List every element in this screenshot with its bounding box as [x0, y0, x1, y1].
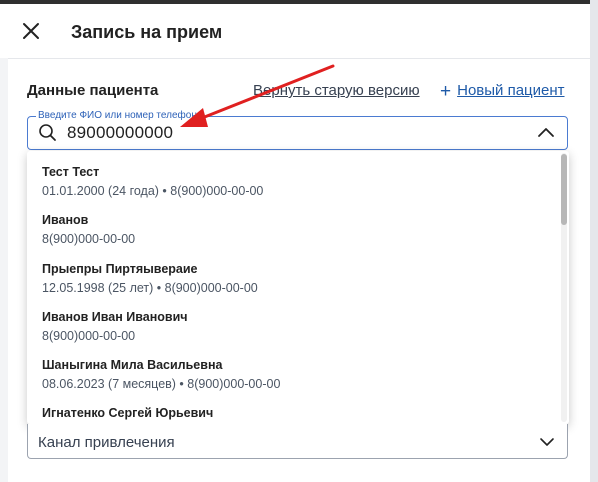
patient-name: Прыепры Пиртяывераие	[42, 262, 198, 276]
close-icon	[23, 23, 39, 39]
left-backdrop-edge	[0, 58, 8, 482]
patient-name: Шаныгина Мила Васильевна	[42, 358, 223, 372]
list-item[interactable]: Шаныгина Мила Васильевна 08.06.2023 (7 м…	[42, 357, 542, 392]
patient-section-title: Данные пациента	[27, 82, 159, 99]
chevron-up-icon[interactable]	[537, 125, 555, 139]
patient-details: 08.06.2023 (7 месяцев) • 8(900)000-00-00	[42, 377, 281, 391]
patient-search-results: Тест Тест 01.01.2000 (24 года) • 8(900)0…	[27, 151, 569, 424]
list-item[interactable]: Тест Тест 01.01.2000 (24 года) • 8(900)0…	[42, 164, 542, 199]
old-version-link[interactable]: Вернуть старую версию	[253, 82, 420, 99]
list-item[interactable]: Прыепры Пиртяывераие 12.05.1998 (25 лет)…	[42, 261, 542, 296]
search-icon	[39, 124, 56, 141]
patient-name: Тест Тест	[42, 165, 100, 179]
patient-details: 8(900)000-00-00	[42, 329, 136, 343]
patient-name: Игнатенко Сергей Юрьевич	[42, 406, 214, 420]
right-frame-edge	[590, 0, 598, 482]
patient-search-legend: Введите ФИО или номер телефона	[36, 110, 205, 122]
patient-details: 12.05.1998 (25 лет) • 8(900)000-00-00	[42, 281, 258, 295]
results-scrollbar-thumb[interactable]	[561, 154, 567, 225]
modal-title: Запись на прием	[71, 22, 223, 42]
patient-name: Иванов Иван Иванович	[42, 310, 188, 324]
plus-icon: +	[440, 81, 452, 102]
patient-details: 01.01.2000 (24 года) • 8(900)000-00-00	[42, 184, 264, 198]
modal-header: Запись на прием	[8, 4, 590, 59]
acquisition-channel-label: Канал привлечения	[38, 434, 175, 451]
list-item[interactable]: Иванов 8(900)000-00-00	[42, 212, 542, 247]
patient-search-value[interactable]: 89000000000	[67, 123, 173, 143]
new-patient-label: Новый пациент	[457, 82, 565, 99]
chevron-down-icon[interactable]	[539, 436, 555, 448]
patient-details: 8(900)000-00-00	[42, 232, 136, 246]
list-item[interactable]: Иванов Иван Иванович 8(900)000-00-00	[42, 309, 542, 344]
patient-name: Иванов	[42, 213, 89, 227]
close-button[interactable]	[20, 20, 42, 42]
list-item[interactable]: Игнатенко Сергей Юрьевич	[42, 405, 542, 424]
new-patient-link[interactable]: + Новый пациент	[440, 81, 565, 102]
